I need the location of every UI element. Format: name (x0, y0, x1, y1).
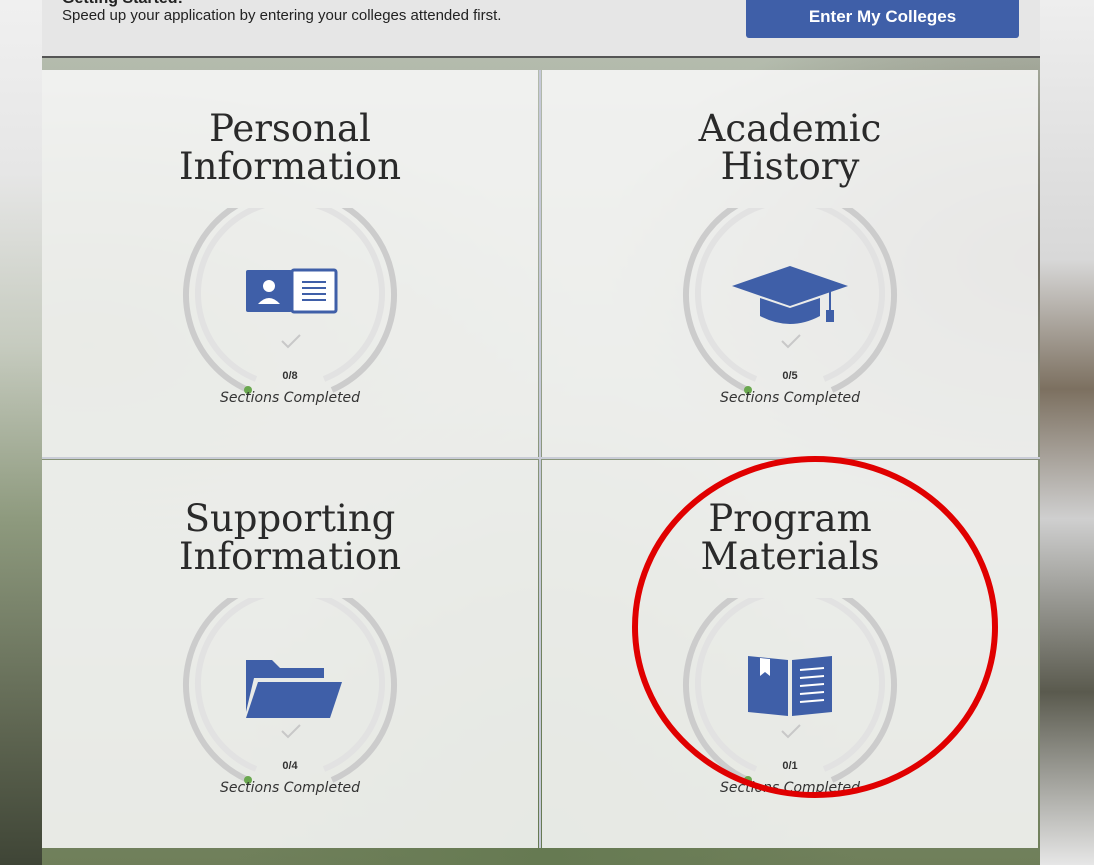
sections-count: 0/8 (282, 370, 298, 382)
grid-divider-horizontal (42, 457, 1040, 459)
checkmark-icon (781, 724, 801, 739)
sections-count: 0/1 (782, 760, 798, 772)
sections-caption: Sections Completed (219, 390, 361, 406)
background-photo-left (0, 0, 42, 865)
grid-divider-vertical (539, 70, 541, 848)
open-book-icon (748, 656, 832, 716)
tile-supporting-information[interactable]: Supporting Information 0/4 Sections Comp… (42, 460, 538, 848)
graduation-cap-icon (732, 266, 848, 324)
getting-started-description: Speed up your application by entering yo… (62, 7, 502, 24)
tile-program-materials[interactable]: Program Materials 0/1 Sections Completed (542, 460, 1038, 848)
id-card-icon (246, 268, 338, 314)
application-sections-grid: Personal Information 0/8 Sections Comple… (42, 70, 1040, 848)
tile-title: Academic History (698, 107, 882, 188)
sections-caption: Sections Completed (719, 780, 861, 796)
checkmark-icon (281, 334, 301, 349)
checkmark-icon (781, 334, 801, 349)
tile-academic-history[interactable]: Academic History 0/5 Sections Completed (542, 70, 1038, 458)
sections-count: 0/5 (782, 370, 798, 382)
getting-started-bar: Getting Started: Speed up your applicati… (42, 0, 1040, 58)
background-photo-right (1040, 0, 1094, 865)
enter-my-colleges-button[interactable]: Enter My Colleges (746, 0, 1019, 38)
tile-title: Supporting Information (178, 497, 402, 578)
sections-count: 0/4 (282, 760, 298, 772)
checkmark-icon (281, 724, 301, 739)
sections-caption: Sections Completed (219, 780, 361, 796)
tile-personal-information[interactable]: Personal Information 0/8 Sections Comple… (42, 70, 538, 458)
sections-caption: Sections Completed (719, 390, 861, 406)
tile-title: Program Materials (700, 497, 880, 578)
folder-icon (246, 660, 342, 718)
tile-title: Personal Information (178, 107, 402, 188)
